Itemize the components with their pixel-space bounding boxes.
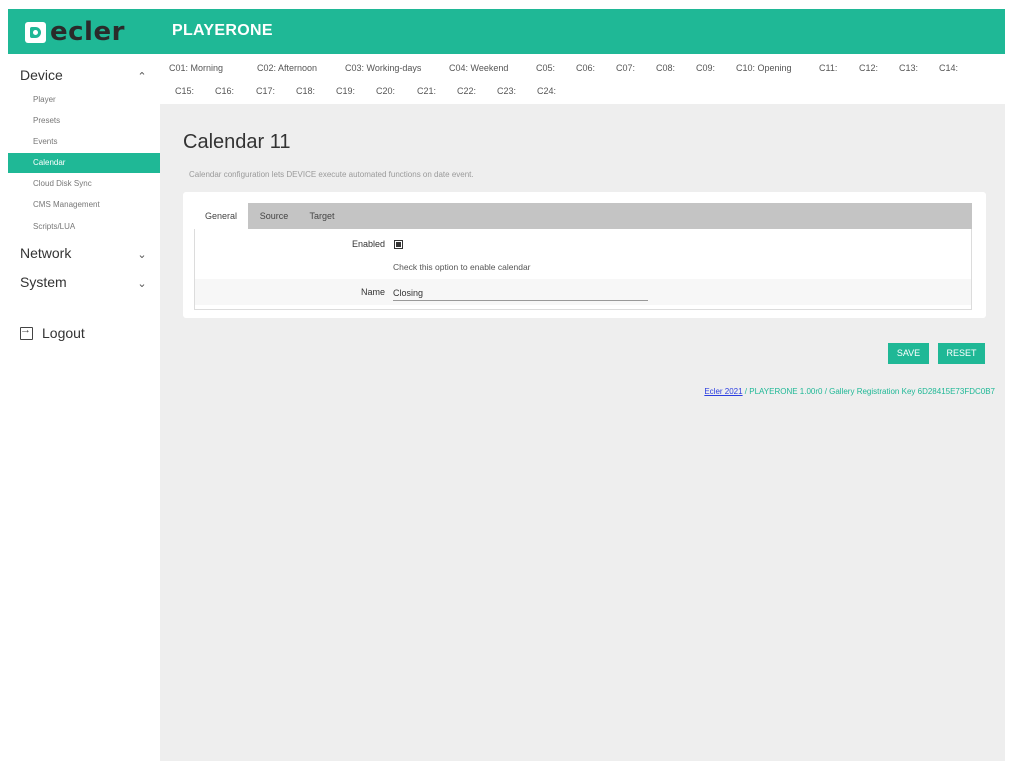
calendar-tab-c13[interactable]: C13: bbox=[899, 63, 918, 73]
calendar-tab-c12[interactable]: C12: bbox=[859, 63, 878, 73]
settings-card: General Source Target Enabled Check this… bbox=[183, 192, 986, 318]
chevron-up-icon[interactable]: ⌃ bbox=[135, 70, 149, 84]
calendar-tab-c03[interactable]: C03: Working-days bbox=[345, 63, 421, 73]
page-description: Calendar configuration lets DEVICE execu… bbox=[189, 170, 474, 179]
enabled-label: Enabled bbox=[351, 239, 385, 249]
main-content: Calendar 11 Calendar configuration lets … bbox=[160, 104, 1005, 761]
name-row: Name bbox=[195, 279, 971, 305]
sidebar-item-cloud-disk-sync[interactable]: Cloud Disk Sync bbox=[8, 174, 160, 194]
calendar-tab-c10[interactable]: C10: Opening bbox=[736, 63, 792, 73]
calendar-tab-c17[interactable]: C17: bbox=[256, 86, 275, 96]
page-title: Calendar 11 bbox=[183, 131, 291, 153]
nav-network[interactable]: Network bbox=[20, 245, 71, 261]
calendar-tabs: C01: Morning C02: Afternoon C03: Working… bbox=[160, 54, 1005, 104]
logout-button[interactable]: Logout bbox=[20, 324, 85, 341]
nav-system[interactable]: System bbox=[20, 274, 67, 290]
footer: Ecler 2021 / PLAYERONE 1.00r0 / Gallery … bbox=[704, 387, 995, 396]
calendar-tab-c20[interactable]: C20: bbox=[376, 86, 395, 96]
general-form: Enabled Check this option to enable cale… bbox=[194, 229, 972, 310]
calendar-tab-c14[interactable]: C14: bbox=[939, 63, 958, 73]
tab-general[interactable]: General bbox=[194, 203, 248, 229]
logout-label: Logout bbox=[42, 325, 85, 341]
sidebar-item-player[interactable]: Player bbox=[8, 90, 160, 110]
enabled-checkbox[interactable] bbox=[394, 240, 403, 249]
settings-tabbar: General Source Target bbox=[194, 203, 972, 229]
enabled-help-text: Check this option to enable calendar bbox=[393, 262, 531, 272]
ecler-logo[interactable]: ecler bbox=[25, 18, 125, 46]
calendar-tab-c11[interactable]: C11: bbox=[819, 63, 837, 73]
logout-icon bbox=[20, 324, 33, 340]
top-header: ecler PLAYERONE bbox=[8, 9, 1005, 54]
ecler-link[interactable]: Ecler 2021 bbox=[704, 387, 742, 396]
name-label: Name bbox=[360, 287, 385, 297]
tab-target[interactable]: Target bbox=[300, 203, 344, 229]
calendar-tab-c15[interactable]: C15: bbox=[175, 86, 194, 96]
sidebar-item-scripts-lua[interactable]: Scripts/LUA bbox=[8, 217, 160, 237]
save-button[interactable]: SAVE bbox=[888, 343, 929, 364]
calendar-tab-c22[interactable]: C22: bbox=[457, 86, 476, 96]
calendar-tab-c09[interactable]: C09: bbox=[696, 63, 715, 73]
calendar-tab-c16[interactable]: C16: bbox=[215, 86, 234, 96]
reset-button[interactable]: RESET bbox=[938, 343, 985, 364]
footer-text: / PLAYERONE 1.00r0 / Gallery Registratio… bbox=[742, 387, 995, 396]
chevron-down-icon[interactable]: ⌄ bbox=[135, 248, 149, 262]
logo-text: ecler bbox=[50, 17, 125, 47]
calendar-tab-c02[interactable]: C02: Afternoon bbox=[257, 63, 317, 73]
tab-source[interactable]: Source bbox=[251, 203, 297, 229]
calendar-tab-c19[interactable]: C19: bbox=[336, 86, 355, 96]
calendar-tab-c21[interactable]: C21: bbox=[417, 86, 436, 96]
sidebar-item-calendar[interactable]: Calendar bbox=[8, 153, 160, 173]
calendar-tab-c04[interactable]: C04: Weekend bbox=[449, 63, 508, 73]
chevron-down-icon[interactable]: ⌄ bbox=[135, 277, 149, 291]
nav-device[interactable]: Device bbox=[20, 67, 63, 83]
sidebar-item-cms-management[interactable]: CMS Management bbox=[8, 195, 160, 215]
calendar-tab-c23[interactable]: C23: bbox=[497, 86, 516, 96]
app-window: ecler PLAYERONE Device ⌃ Player Presets … bbox=[8, 9, 1005, 761]
sidebar-item-events[interactable]: Events bbox=[8, 132, 160, 152]
calendar-tab-c08[interactable]: C08: bbox=[656, 63, 675, 73]
calendar-tab-c18[interactable]: C18: bbox=[296, 86, 315, 96]
app-title: PLAYERONE bbox=[172, 22, 273, 39]
sidebar-item-presets[interactable]: Presets bbox=[8, 111, 160, 131]
calendar-tab-c24[interactable]: C24: bbox=[537, 86, 556, 96]
sidebar: Device ⌃ Player Presets Events Calendar … bbox=[8, 54, 160, 761]
ecler-logo-icon bbox=[25, 21, 46, 43]
calendar-tab-c05[interactable]: C05: bbox=[536, 63, 555, 73]
calendar-tab-c07[interactable]: C07: bbox=[616, 63, 635, 73]
calendar-tab-c01[interactable]: C01: Morning bbox=[169, 63, 223, 73]
name-input[interactable] bbox=[393, 285, 648, 301]
calendar-tab-c06[interactable]: C06: bbox=[576, 63, 595, 73]
